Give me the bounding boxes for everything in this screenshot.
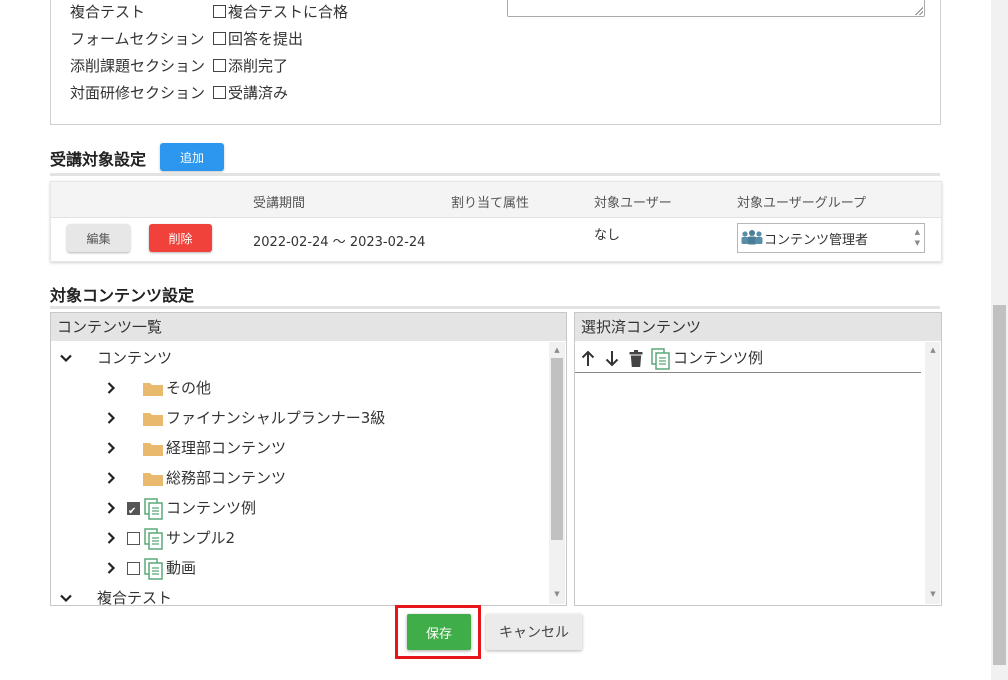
tree-item[interactable]: ファイナンシャルプランナー3級 — [51, 404, 551, 432]
folder-icon — [143, 383, 163, 396]
tree-item-label: 複合テスト — [97, 589, 173, 606]
tree-item-label: 動画 — [166, 559, 197, 577]
user-group-icon — [741, 229, 763, 249]
tree-item[interactable]: コンテンツ — [51, 344, 551, 372]
tree-item[interactable]: 複合テスト — [51, 584, 551, 606]
selected-contents-scrollbar[interactable] — [925, 342, 940, 604]
condition-row-correction-section: 添削課題セクション 添削完了 — [70, 55, 288, 77]
chevron-down-icon[interactable] — [59, 351, 73, 365]
condition-label: 対面研修セクション — [70, 84, 206, 102]
column-header-period: 受講期間 — [253, 196, 306, 211]
trash-icon[interactable] — [629, 350, 643, 367]
tree-item-label: 経理部コンテンツ — [166, 439, 287, 457]
user-group-label: コンテンツ管理者 — [764, 233, 869, 248]
table-header: 受講期間 割り当て属性 対象ユーザー 対象ユーザーグループ — [51, 182, 941, 218]
content-list-panel: コンテンツ一覧 コンテンツ その他 ファイナンシャルプランナー3級 経理部コンテ… — [50, 312, 567, 606]
tree-item[interactable]: コンテンツ例 — [51, 494, 551, 526]
condition-row-face-to-face-section: 対面研修セクション 受講済み — [70, 82, 288, 104]
enrollment-section-title: 受講対象設定 — [50, 150, 147, 169]
tree-item[interactable]: その他 — [51, 374, 551, 402]
condition-row-form-section: フォームセクション 回答を提出 — [70, 28, 303, 50]
content-checkbox[interactable] — [127, 498, 140, 526]
condition-checkbox[interactable] — [213, 5, 226, 18]
resize-grip-icon[interactable] — [915, 7, 923, 15]
column-header-attribute: 割り当て属性 — [451, 196, 530, 211]
folder-icon — [143, 443, 163, 456]
selected-contents-header: 選択済コンテンツ — [575, 313, 941, 341]
section-divider — [50, 306, 940, 309]
edit-button[interactable]: 編集 — [67, 224, 130, 252]
condition-checkbox-label[interactable]: 複合テストに合格 — [228, 3, 348, 21]
arrow-down-icon[interactable] — [605, 350, 619, 367]
chevron-right-icon[interactable] — [104, 381, 118, 395]
remarks-textarea[interactable] — [507, 0, 925, 17]
page-scroll-thumb[interactable] — [993, 305, 1006, 665]
chevron-right-icon[interactable] — [104, 411, 118, 425]
scroll-up-arrow-icon[interactable]: ▲ — [926, 346, 940, 354]
condition-checkbox-label[interactable]: 添削完了 — [228, 57, 288, 75]
condition-checkbox[interactable] — [213, 59, 226, 72]
chevron-right-icon[interactable] — [104, 561, 118, 575]
tree-item-label: コンテンツ — [97, 349, 173, 367]
arrow-up-icon[interactable] — [581, 350, 595, 367]
tree-item-label: その他 — [166, 379, 212, 397]
tree-item[interactable]: サンプル2 — [51, 524, 551, 552]
condition-label: フォームセクション — [70, 30, 205, 48]
delete-button[interactable]: 削除 — [149, 224, 212, 252]
chevron-right-icon[interactable] — [104, 501, 118, 515]
content-list-header: コンテンツ一覧 — [51, 313, 566, 341]
listbox-scroll-arrows[interactable]: ▲ ▼ — [915, 227, 920, 249]
condition-checkbox[interactable] — [213, 32, 226, 45]
folder-icon — [143, 413, 163, 426]
completion-conditions-panel: 複合テスト 複合テストに合格 フォームセクション 回答を提出 添削課題セクション 添削… — [50, 0, 941, 125]
documents-icon — [144, 558, 163, 580]
column-header-users: 対象ユーザー — [594, 196, 672, 211]
content-checkbox[interactable] — [127, 532, 140, 545]
tree-item-label: 総務部コンテンツ — [166, 469, 287, 487]
column-header-groups: 対象ユーザーグループ — [737, 196, 866, 211]
tree-item-label: ファイナンシャルプランナー3級 — [166, 409, 386, 427]
scroll-up-arrow-icon[interactable]: ▲ — [550, 346, 564, 354]
save-button[interactable]: 保存 — [407, 614, 471, 650]
documents-icon — [144, 498, 163, 520]
condition-label: 複合テスト — [70, 3, 146, 21]
tree-item-label: コンテンツ例 — [166, 499, 257, 517]
user-group-listbox[interactable]: コンテンツ管理者 ▲ ▼ — [737, 223, 925, 253]
content-checkbox[interactable] — [127, 562, 140, 575]
scroll-down-arrow-icon[interactable]: ▼ — [926, 590, 940, 598]
tree-item[interactable]: 経理部コンテンツ — [51, 434, 551, 462]
documents-icon — [651, 348, 670, 370]
section-divider — [50, 173, 940, 176]
enrollment-table: 受講期間 割り当て属性 対象ユーザー 対象ユーザーグループ 編集 削除 2022… — [50, 181, 942, 262]
selected-contents-panel: 選択済コンテンツ コンテンツ例 ▲ ▼ — [574, 312, 942, 606]
chevron-down-icon[interactable] — [59, 591, 73, 605]
documents-icon — [144, 528, 163, 550]
tree-item[interactable]: 総務部コンテンツ — [51, 464, 551, 492]
folder-icon — [143, 473, 163, 486]
condition-checkbox-label[interactable]: 受講済み — [228, 84, 288, 102]
condition-label: 添削課題セクション — [70, 57, 206, 75]
users-value: なし — [594, 228, 621, 243]
scroll-down-arrow-icon[interactable]: ▼ — [550, 590, 564, 598]
period-value: 2022-02-24 ～ 2023-02-24 — [253, 235, 426, 250]
selected-item: コンテンツ例 — [575, 344, 921, 373]
condition-checkbox-label[interactable]: 回答を提出 — [228, 30, 303, 48]
scroll-thumb[interactable] — [551, 358, 563, 540]
condition-checkbox[interactable] — [213, 86, 226, 99]
contents-section-title: 対象コンテンツ設定 — [50, 286, 195, 305]
chevron-right-icon[interactable] — [104, 531, 118, 545]
cancel-button[interactable]: キャンセル — [486, 614, 582, 650]
chevron-right-icon[interactable] — [104, 441, 118, 455]
add-enrollment-button[interactable]: 追加 — [160, 143, 224, 171]
chevron-right-icon[interactable] — [104, 471, 118, 485]
selected-item-label: コンテンツ例 — [673, 349, 764, 367]
condition-row-composite-test: 複合テスト 複合テストに合格 — [70, 1, 348, 23]
tree-item-label: サンプル2 — [166, 529, 236, 547]
tree-item[interactable]: 動画 — [51, 554, 551, 582]
